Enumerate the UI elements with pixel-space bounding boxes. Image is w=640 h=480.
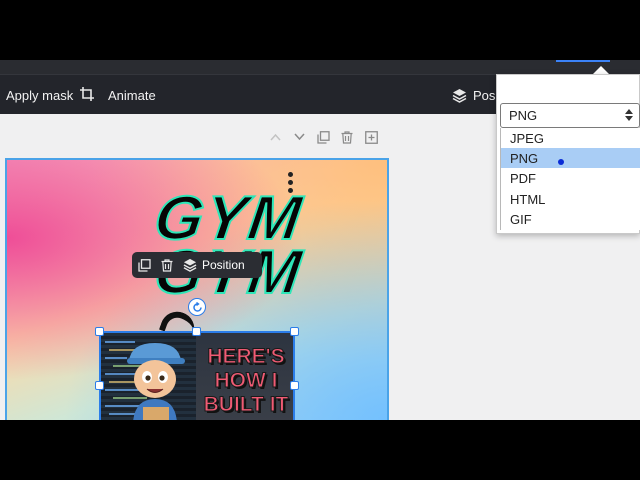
thumbnail-headline: HERE'S HOW I BUILT IT [203, 345, 289, 417]
layers-icon [452, 88, 467, 103]
resize-handle-top-left[interactable] [95, 327, 104, 336]
mouse-cursor-indicator [558, 159, 564, 165]
option-html[interactable]: HTML [501, 189, 640, 209]
chevron-down-icon[interactable] [292, 130, 306, 144]
file-type-options: JPEG PNG PDF HTML GIF [500, 128, 640, 230]
crop-button[interactable] [78, 75, 96, 115]
option-gif[interactable]: GIF [501, 209, 640, 229]
element-floating-toolbar: Position [132, 252, 262, 278]
apply-mask-label: Apply mask [6, 87, 74, 103]
active-tab-indicator [556, 60, 610, 62]
layers-icon [183, 258, 197, 272]
option-png[interactable]: PNG [501, 148, 640, 168]
position-button[interactable]: Position [183, 258, 245, 272]
duplicate-icon[interactable] [316, 130, 330, 144]
position-label: Position [202, 258, 245, 272]
animate-button[interactable]: Animate [108, 75, 156, 115]
crop-icon [80, 86, 94, 104]
file-type-select[interactable]: PNG [500, 103, 640, 128]
rotate-handle[interactable] [188, 298, 206, 316]
top-strip [0, 60, 640, 74]
animate-label: Animate [108, 87, 156, 103]
apply-mask-button[interactable]: Apply mask [6, 75, 73, 115]
resize-handle-middle-right[interactable] [290, 381, 299, 390]
position-button[interactable]: Posit [452, 75, 502, 115]
duplicate-icon[interactable] [138, 258, 151, 272]
add-page-icon[interactable] [364, 130, 378, 144]
rotate-icon [192, 301, 203, 313]
trash-icon[interactable] [161, 258, 173, 272]
app-window: Apply mask Animate Posit GYM Position HE… [0, 0, 640, 480]
select-arrows-icon [625, 109, 633, 121]
trash-icon[interactable] [340, 130, 354, 144]
selected-image[interactable]: HERE'S HOW I BUILT IT [99, 331, 295, 420]
resize-handle-top-center[interactable] [192, 327, 201, 336]
file-type-selected-value: PNG [509, 108, 538, 123]
chevron-up-icon[interactable] [268, 130, 282, 144]
resize-handle-middle-left[interactable] [95, 381, 104, 390]
page-controls [268, 130, 378, 144]
option-jpeg[interactable]: JPEG [501, 128, 640, 148]
letterbox-bottom [0, 420, 640, 480]
cartoon-character-illustration [127, 343, 185, 420]
option-pdf[interactable]: PDF [501, 168, 640, 188]
resize-handle-top-right[interactable] [290, 327, 299, 336]
